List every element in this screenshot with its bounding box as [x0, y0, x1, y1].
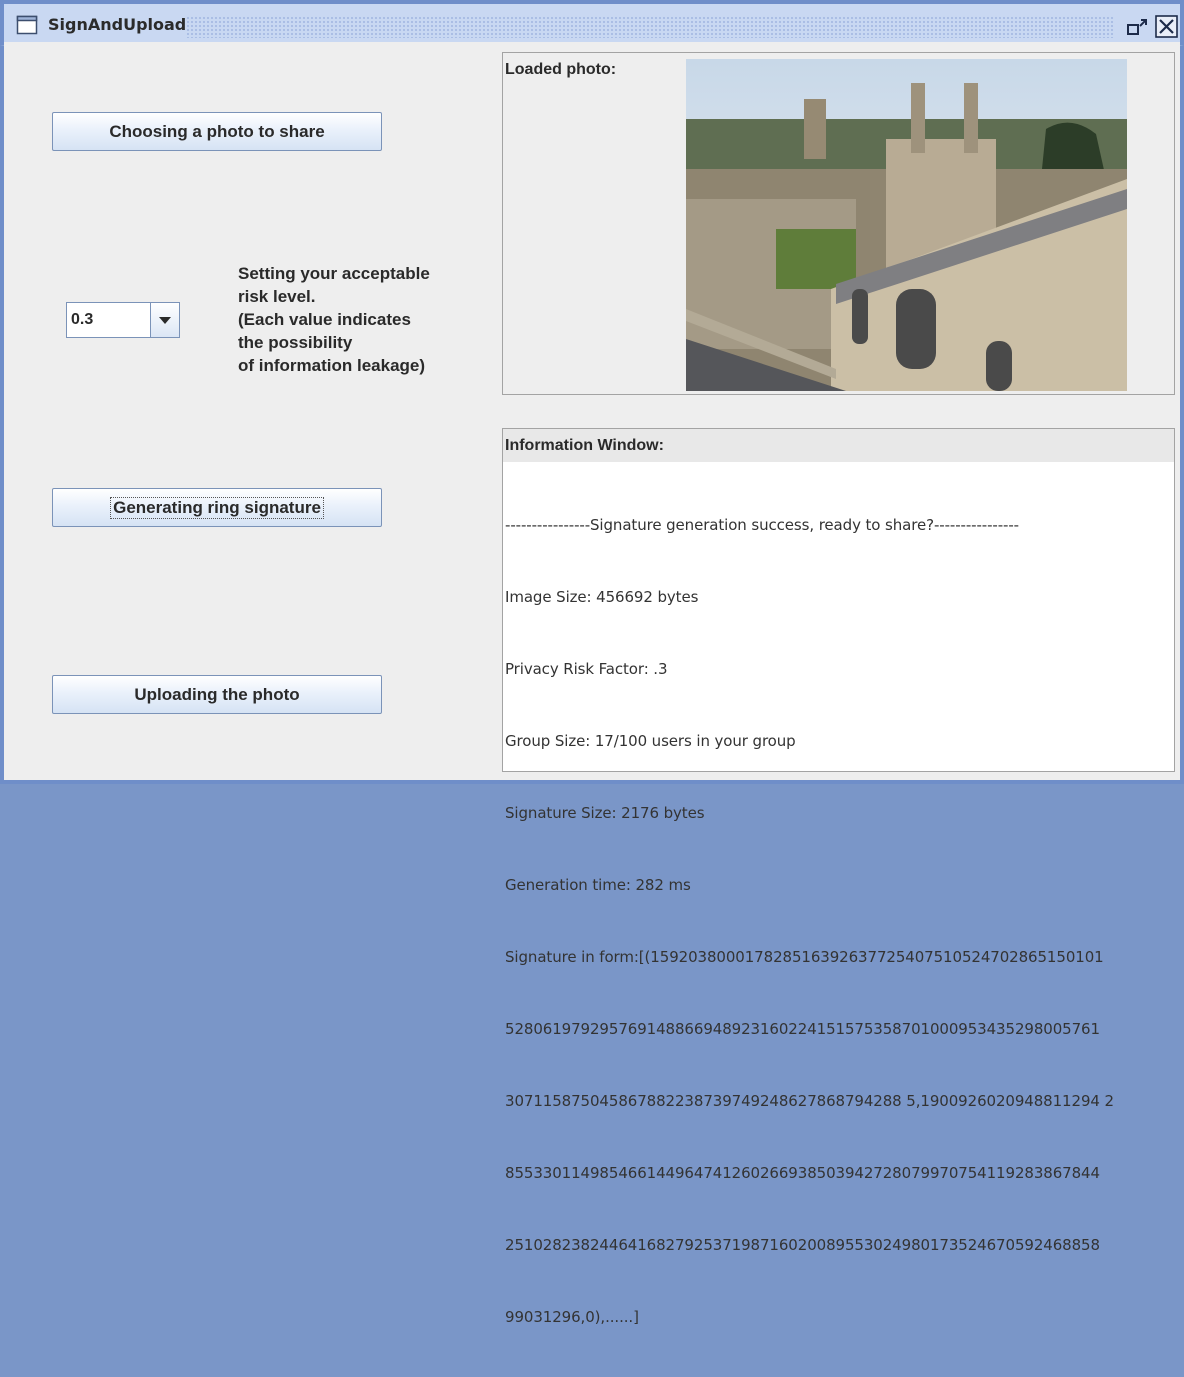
info-line: 8553301149854661449647412602669385039427…	[505, 1164, 1100, 1182]
info-line: Signature Size: 2176 bytes	[505, 804, 705, 822]
info-line: 3071158750458678822387397492486278687942…	[505, 1092, 1114, 1110]
risk-level-description: Setting your acceptable risk level. (Eac…	[238, 262, 430, 377]
risk-level-select[interactable]: 0.3	[66, 302, 180, 338]
choose-photo-button[interactable]: Choosing a photo to share	[52, 112, 382, 151]
upload-photo-button[interactable]: Uploading the photo	[52, 675, 382, 714]
information-window-label: Information Window:	[505, 437, 664, 454]
title-bar-texture	[186, 16, 1114, 38]
info-line: 99031296,0),......]	[505, 1308, 639, 1326]
risk-line: (Each value indicates	[238, 310, 411, 329]
close-icon[interactable]	[1154, 14, 1180, 40]
client-area: Choosing a photo to share 0.3 Setting yo…	[4, 42, 1180, 1326]
app-window: SignAndUpload Choosing a photo to share …	[0, 0, 1184, 1326]
photo-panel: Loaded photo:	[502, 52, 1175, 395]
upload-photo-label: Uploading the photo	[134, 684, 300, 704]
restore-icon[interactable]	[1126, 14, 1152, 40]
risk-line: of information leakage)	[238, 356, 426, 375]
risk-line: risk level.	[238, 287, 316, 306]
info-line: 2510282382446416827925371987160200895530…	[505, 1236, 1100, 1254]
choose-photo-label: Choosing a photo to share	[109, 121, 325, 141]
risk-line: Setting your acceptable	[238, 264, 430, 283]
information-window-text[interactable]: ----------------Signature generation suc…	[505, 465, 1172, 1377]
info-line: Signature in form:[(15920380001782851639…	[505, 948, 1104, 966]
title-bar[interactable]: SignAndUpload	[0, 0, 1184, 46]
info-line: Group Size: 17/100 users in your group	[505, 732, 796, 750]
info-line: ----------------Signature generation suc…	[505, 516, 1019, 534]
loaded-photo	[686, 59, 1127, 391]
window-title: SignAndUpload	[48, 15, 187, 34]
risk-level-value: 0.3	[71, 311, 94, 328]
generate-signature-button[interactable]: Generating ring signature	[52, 488, 382, 527]
information-window-header: Information Window:	[503, 429, 1174, 462]
chevron-down-icon[interactable]	[150, 303, 179, 337]
risk-line: the possibility	[238, 333, 353, 352]
info-line: Generation time: 282 ms	[505, 876, 691, 894]
generate-signature-label: Generating ring signature	[110, 496, 324, 519]
information-window[interactable]: Information Window: ----------------Sign…	[502, 428, 1175, 1326]
info-line: Image Size: 456692 bytes	[505, 588, 699, 606]
window-icon	[16, 15, 38, 35]
info-line: 5280619792957691488669489231602241515753…	[505, 1020, 1100, 1038]
info-line: Privacy Risk Factor: .3	[505, 660, 668, 678]
photo-panel-label: Loaded photo:	[505, 61, 617, 78]
